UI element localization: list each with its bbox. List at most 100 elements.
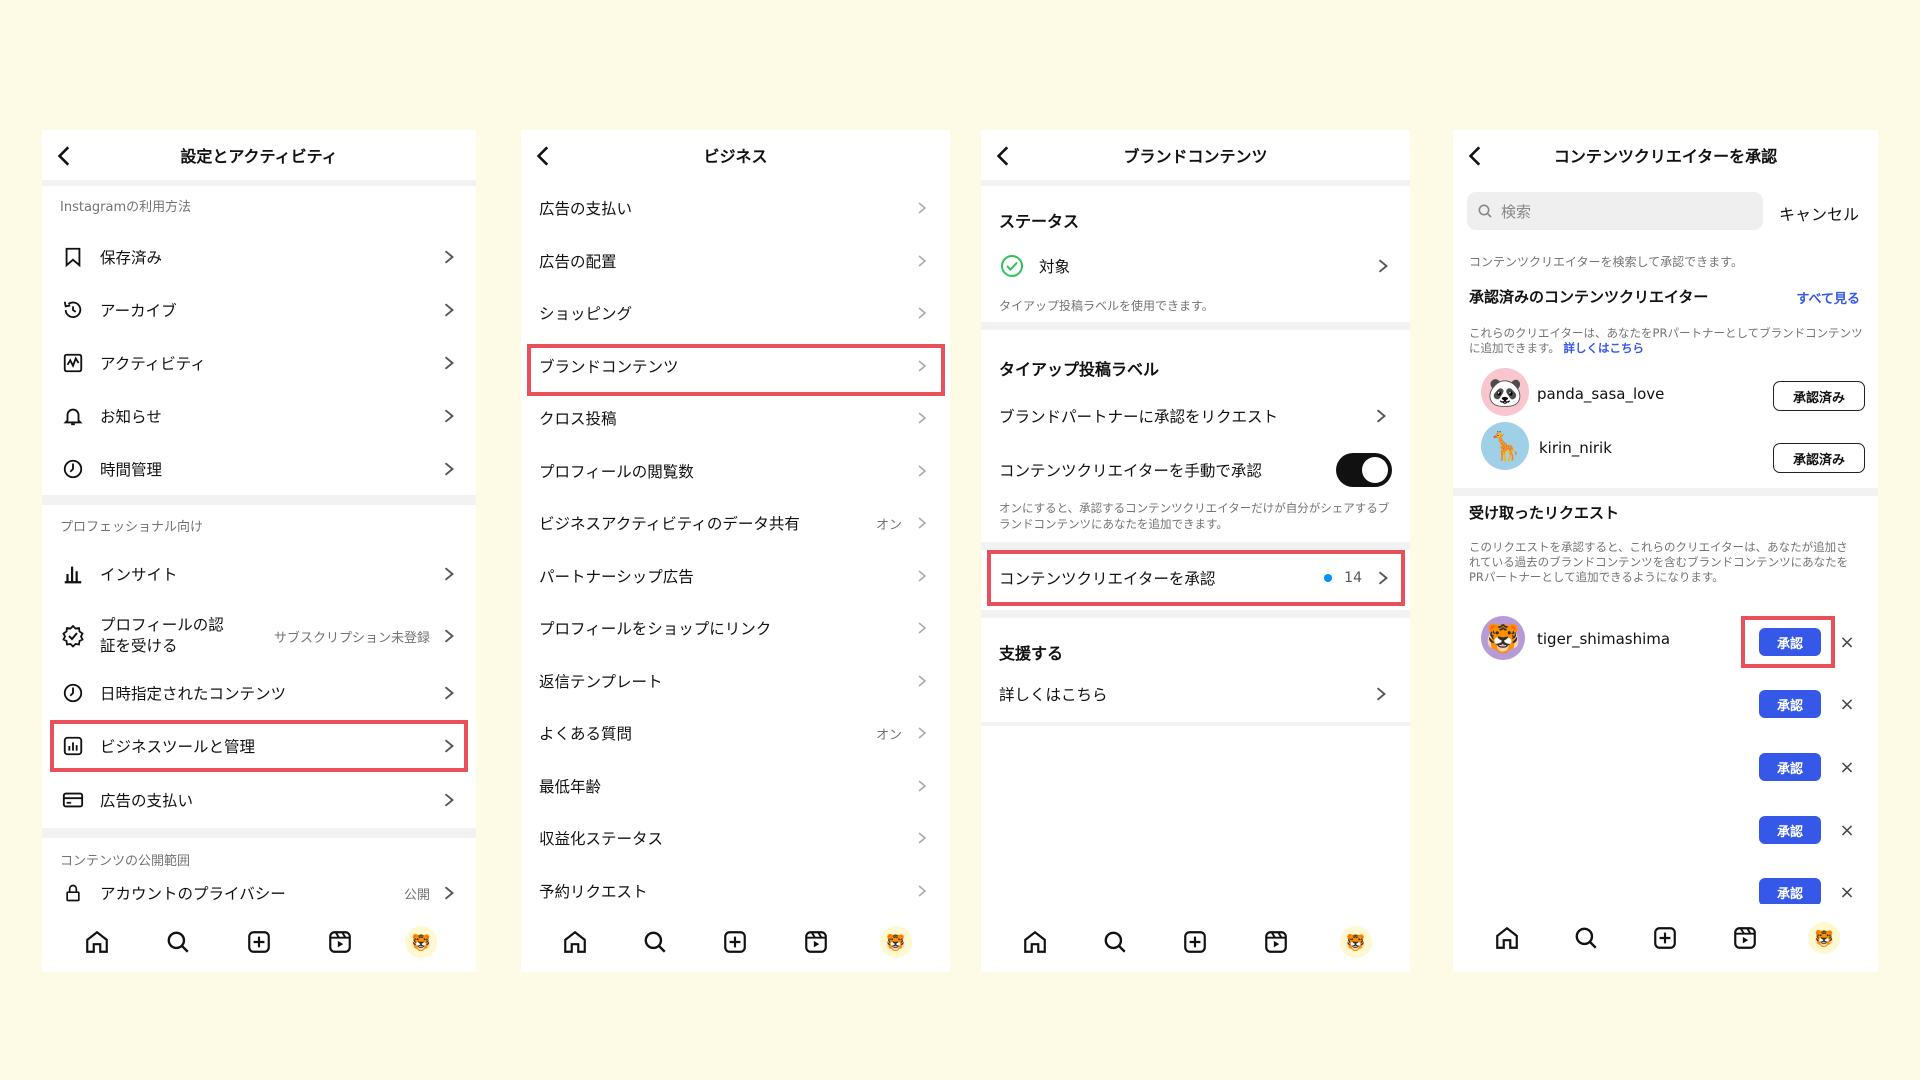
dismiss-icon[interactable]: × <box>1838 694 1856 715</box>
status-heading: ステータス <box>999 212 1080 231</box>
business-menu-item[interactable]: 予約リクエスト <box>521 865 950 917</box>
chevron-right-icon <box>918 202 927 214</box>
home-icon[interactable] <box>559 926 591 958</box>
highlight-box <box>50 720 468 772</box>
label-line1: プロフィールの認 <box>100 616 224 634</box>
page-title: ブランドコンテンツ <box>1123 147 1268 166</box>
search-icon[interactable] <box>639 926 671 958</box>
home-icon[interactable] <box>1491 922 1523 954</box>
business-menu-item[interactable]: ビジネスアクティビティのデータ共有 オン <box>521 497 950 549</box>
reels-icon[interactable] <box>1260 926 1292 958</box>
search-icon[interactable] <box>162 926 194 958</box>
approve-creators-screen: コンテンツクリエイターを承認 検索 キャンセル コンテンツクリエイターを検索して… <box>1453 130 1878 972</box>
approved-description: これらのクリエイターは、あなたをPRパートナーとしてブランドコンテンツに追加でき… <box>1469 326 1864 356</box>
back-arrow-icon[interactable] <box>1463 143 1489 169</box>
profile-avatar[interactable]: 🐯 <box>879 926 912 958</box>
username[interactable]: panda_sasa_love <box>1537 385 1664 403</box>
menu-item-ad-payment[interactable]: 広告の支払い <box>42 774 476 826</box>
business-menu-item[interactable]: 収益化ステータス <box>521 812 950 864</box>
menu-item-saved[interactable]: 保存済み <box>42 231 476 283</box>
approved-status-button[interactable]: 承認済み <box>1773 381 1865 411</box>
page-title: コンテンツクリエイターを承認 <box>1553 147 1778 166</box>
chevron-right-icon <box>444 356 454 370</box>
create-post-icon[interactable] <box>719 926 751 958</box>
reels-icon[interactable] <box>1729 922 1761 954</box>
profile-avatar[interactable]: 🐯 <box>1808 922 1841 954</box>
back-arrow-icon[interactable] <box>991 143 1017 169</box>
business-menu-item[interactable]: プロフィールをショップにリンク <box>521 602 950 654</box>
create-post-icon[interactable] <box>243 926 275 958</box>
approve-button[interactable]: 承認 <box>1759 878 1821 906</box>
giraffe-avatar[interactable]: 🦒 <box>1481 422 1529 470</box>
profile-avatar[interactable]: 🐯 <box>1339 926 1372 958</box>
dismiss-icon[interactable]: × <box>1838 632 1856 653</box>
dismiss-icon[interactable]: × <box>1838 820 1856 841</box>
search-icon[interactable] <box>1099 926 1131 958</box>
dismiss-icon[interactable]: × <box>1838 882 1856 903</box>
home-icon[interactable] <box>1019 926 1051 958</box>
business-menu-item[interactable]: よくある質問 オン <box>521 707 950 759</box>
username[interactable]: kirin_nirik <box>1539 439 1612 457</box>
menu-item-label: 日時指定されたコンテンツ <box>100 685 287 703</box>
business-menu-item[interactable]: クロス投稿 <box>521 392 950 444</box>
business-menu-item[interactable]: 返信テンプレート <box>521 655 950 707</box>
approve-button[interactable]: 承認 <box>1759 816 1821 844</box>
menu-item-label: プロフィールをショップにリンク <box>539 620 772 638</box>
business-menu-item[interactable]: 広告の配置 <box>521 235 950 287</box>
menu-item-label: パートナーシップ広告 <box>539 567 694 586</box>
reels-icon[interactable] <box>800 926 832 958</box>
approve-button[interactable]: 承認 <box>1759 690 1821 718</box>
home-icon[interactable] <box>81 926 113 958</box>
menu-item-activity[interactable]: アクティビティ <box>42 337 476 389</box>
chevron-right-icon <box>918 307 927 319</box>
menu-item-label: 広告の支払い <box>539 200 633 218</box>
business-menu-item[interactable]: 広告の支払い <box>521 182 950 234</box>
back-arrow-icon[interactable] <box>531 143 557 169</box>
learn-more-link[interactable]: 詳しくはこちら <box>1564 341 1645 355</box>
activity-icon <box>60 350 86 376</box>
bar-chart-icon <box>60 561 86 587</box>
back-arrow-icon[interactable] <box>52 143 78 169</box>
reels-icon[interactable] <box>324 926 356 958</box>
dismiss-icon[interactable]: × <box>1838 757 1856 778</box>
section-heading: プロフェッショナル向け <box>60 520 204 535</box>
business-menu-item[interactable]: ショッピング <box>521 287 950 339</box>
chevron-right-icon <box>918 779 927 792</box>
check-circle-icon <box>999 253 1025 279</box>
see-all-link[interactable]: すべて見る <box>1796 288 1860 307</box>
chevron-right-icon <box>1378 259 1388 273</box>
create-post-icon[interactable] <box>1179 926 1211 958</box>
manual-approve-toggle[interactable] <box>1336 453 1392 487</box>
menu-item-verification[interactable]: プロフィールの認 証を受ける サブスクリプション未登録 <box>42 606 476 666</box>
menu-item-label: アクティビティ <box>100 355 206 373</box>
cancel-button[interactable]: キャンセル <box>1779 201 1859 225</box>
menu-item-insights[interactable]: インサイト <box>42 548 476 600</box>
business-menu-item[interactable]: パートナーシップ広告 <box>521 550 950 602</box>
section-heading: コンテンツの公開範囲 <box>60 854 191 869</box>
menu-item-label: アーカイブ <box>100 302 177 320</box>
approved-status-button[interactable]: 承認済み <box>1773 443 1865 473</box>
menu-item-label: プロフィールの閲覧数 <box>539 462 694 481</box>
status-row[interactable]: 対象 <box>981 240 1410 292</box>
approve-button[interactable]: 承認 <box>1759 753 1821 781</box>
menu-item-scheduled[interactable]: 日時指定されたコンテンツ <box>42 667 476 719</box>
username[interactable]: tiger_shimashima <box>1537 630 1670 648</box>
menu-item-time[interactable]: 時間管理 <box>42 443 476 495</box>
search-input[interactable]: 検索 <box>1467 192 1763 230</box>
clock-icon <box>60 456 86 482</box>
menu-item-label: ショッピング <box>539 305 633 323</box>
menu-item-archive[interactable]: アーカイブ <box>42 284 476 336</box>
search-icon[interactable] <box>1570 922 1602 954</box>
menu-item-notifications[interactable]: お知らせ <box>42 390 476 442</box>
business-menu-item[interactable]: プロフィールの閲覧数 <box>521 445 950 497</box>
business-menu-item[interactable]: 最低年齢 <box>521 760 950 812</box>
request-approval-row[interactable]: ブランドパートナーに承認をリクエスト <box>981 390 1410 442</box>
tiger-avatar[interactable]: 🐯 <box>1481 616 1525 660</box>
menu-item-label: 最低年齢 <box>539 777 602 796</box>
create-post-icon[interactable] <box>1649 922 1681 954</box>
learn-more-row[interactable]: 詳しくはこちら <box>981 668 1410 720</box>
menu-item-label: 予約リクエスト <box>539 882 648 901</box>
panda-avatar[interactable]: 🐼 <box>1481 368 1529 416</box>
menu-item-privacy[interactable]: アカウントのプライバシー 公開 <box>42 878 476 908</box>
profile-avatar[interactable]: 🐯 <box>405 926 438 958</box>
